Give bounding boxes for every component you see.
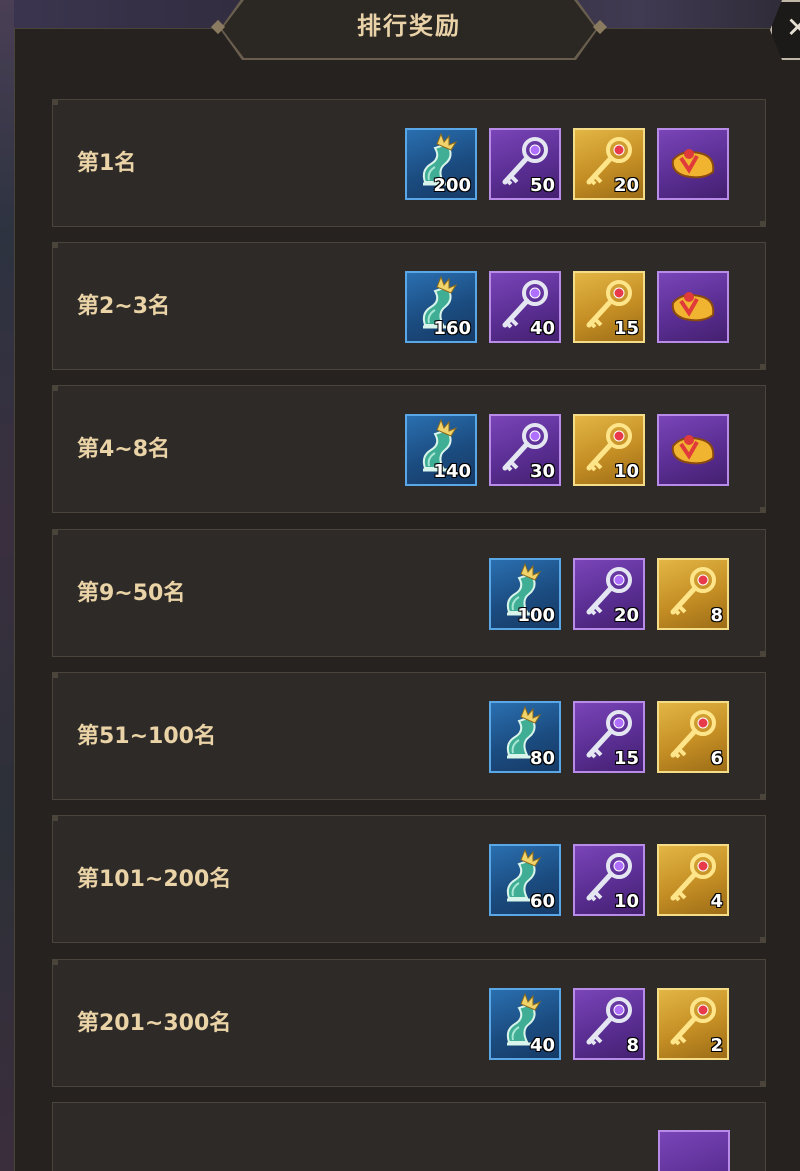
rank-label: 第101~200名 [77, 867, 232, 892]
rank-label: 第2~3名 [77, 294, 171, 319]
reward-item[interactable] [657, 128, 729, 200]
background-scene-left [0, 0, 14, 1171]
reward-item[interactable]: 80 [489, 701, 561, 773]
item-quantity: 160 [433, 318, 471, 339]
reward-item[interactable]: 10 [573, 414, 645, 486]
item-quantity: 200 [433, 175, 471, 196]
reward-row: 第201~300名 40 8 2 [52, 959, 766, 1087]
reward-items: 40 8 2 [489, 988, 729, 1060]
item-quantity: 20 [613, 605, 639, 626]
item-quantity: 15 [613, 318, 639, 339]
item-quantity: 60 [529, 891, 555, 912]
reward-items: 200 50 20 [405, 128, 729, 200]
item-quantity: 30 [529, 461, 555, 482]
reward-item[interactable]: 6 [657, 701, 729, 773]
reward-item[interactable]: 8 [573, 988, 645, 1060]
item-quantity: 40 [529, 318, 555, 339]
reward-item[interactable]: 15 [573, 271, 645, 343]
reward-item[interactable]: 2 [657, 988, 729, 1060]
item-quantity: 8 [710, 605, 723, 626]
item-quantity: 80 [529, 748, 555, 769]
reward-item[interactable]: 60 [489, 844, 561, 916]
reward-item-partial[interactable] [658, 1130, 730, 1171]
rank-label: 第9~50名 [77, 581, 186, 606]
reward-item[interactable]: 30 [489, 414, 561, 486]
reward-item[interactable]: 50 [489, 128, 561, 200]
item-quantity: 4 [710, 891, 723, 912]
item-quantity: 100 [517, 605, 555, 626]
reward-item[interactable]: 15 [573, 701, 645, 773]
item-quantity: 8 [626, 1035, 639, 1056]
reward-item[interactable]: 4 [657, 844, 729, 916]
reward-item[interactable] [657, 271, 729, 343]
item-quantity: 50 [529, 175, 555, 196]
reward-item[interactable]: 40 [489, 988, 561, 1060]
panel-title: 排行奖励 [357, 12, 461, 40]
reward-row: 第9~50名 100 20 8 [52, 529, 766, 657]
item-quantity: 10 [613, 461, 639, 482]
reward-item[interactable]: 20 [573, 128, 645, 200]
item-quantity: 6 [710, 748, 723, 769]
reward-row: 第51~100名 80 15 6 [52, 672, 766, 800]
reward-item[interactable] [657, 414, 729, 486]
reward-row: 第1名 200 50 20 [52, 99, 766, 227]
rank-label: 第51~100名 [77, 724, 216, 749]
reward-row: 第4~8名 140 30 10 [52, 385, 766, 513]
reward-items: 160 40 15 [405, 271, 729, 343]
reward-items: 80 15 6 [489, 701, 729, 773]
reward-row: 第2~3名 160 40 15 [52, 242, 766, 370]
item-quantity: 2 [710, 1035, 723, 1056]
item-quantity: 10 [613, 891, 639, 912]
reward-items: 140 30 10 [405, 414, 729, 486]
item-quantity: 20 [613, 175, 639, 196]
reward-item[interactable]: 40 [489, 271, 561, 343]
reward-item[interactable]: 140 [405, 414, 477, 486]
item-quantity: 40 [529, 1035, 555, 1056]
reward-items: 60 10 4 [489, 844, 729, 916]
rank-label: 第4~8名 [77, 437, 171, 462]
reward-row: 第101~200名 60 10 4 [52, 815, 766, 943]
rank-label: 第201~300名 [77, 1011, 232, 1036]
reward-item[interactable]: 20 [573, 558, 645, 630]
item-quantity: 15 [613, 748, 639, 769]
reward-item[interactable]: 100 [489, 558, 561, 630]
close-icon[interactable]: ✕ [786, 14, 800, 42]
rank-label: 第1名 [77, 151, 137, 176]
reward-item[interactable]: 10 [573, 844, 645, 916]
reward-item[interactable]: 160 [405, 271, 477, 343]
item-quantity: 140 [433, 461, 471, 482]
reward-item[interactable]: 200 [405, 128, 477, 200]
reward-item[interactable]: 8 [657, 558, 729, 630]
reward-items: 100 20 8 [489, 558, 729, 630]
